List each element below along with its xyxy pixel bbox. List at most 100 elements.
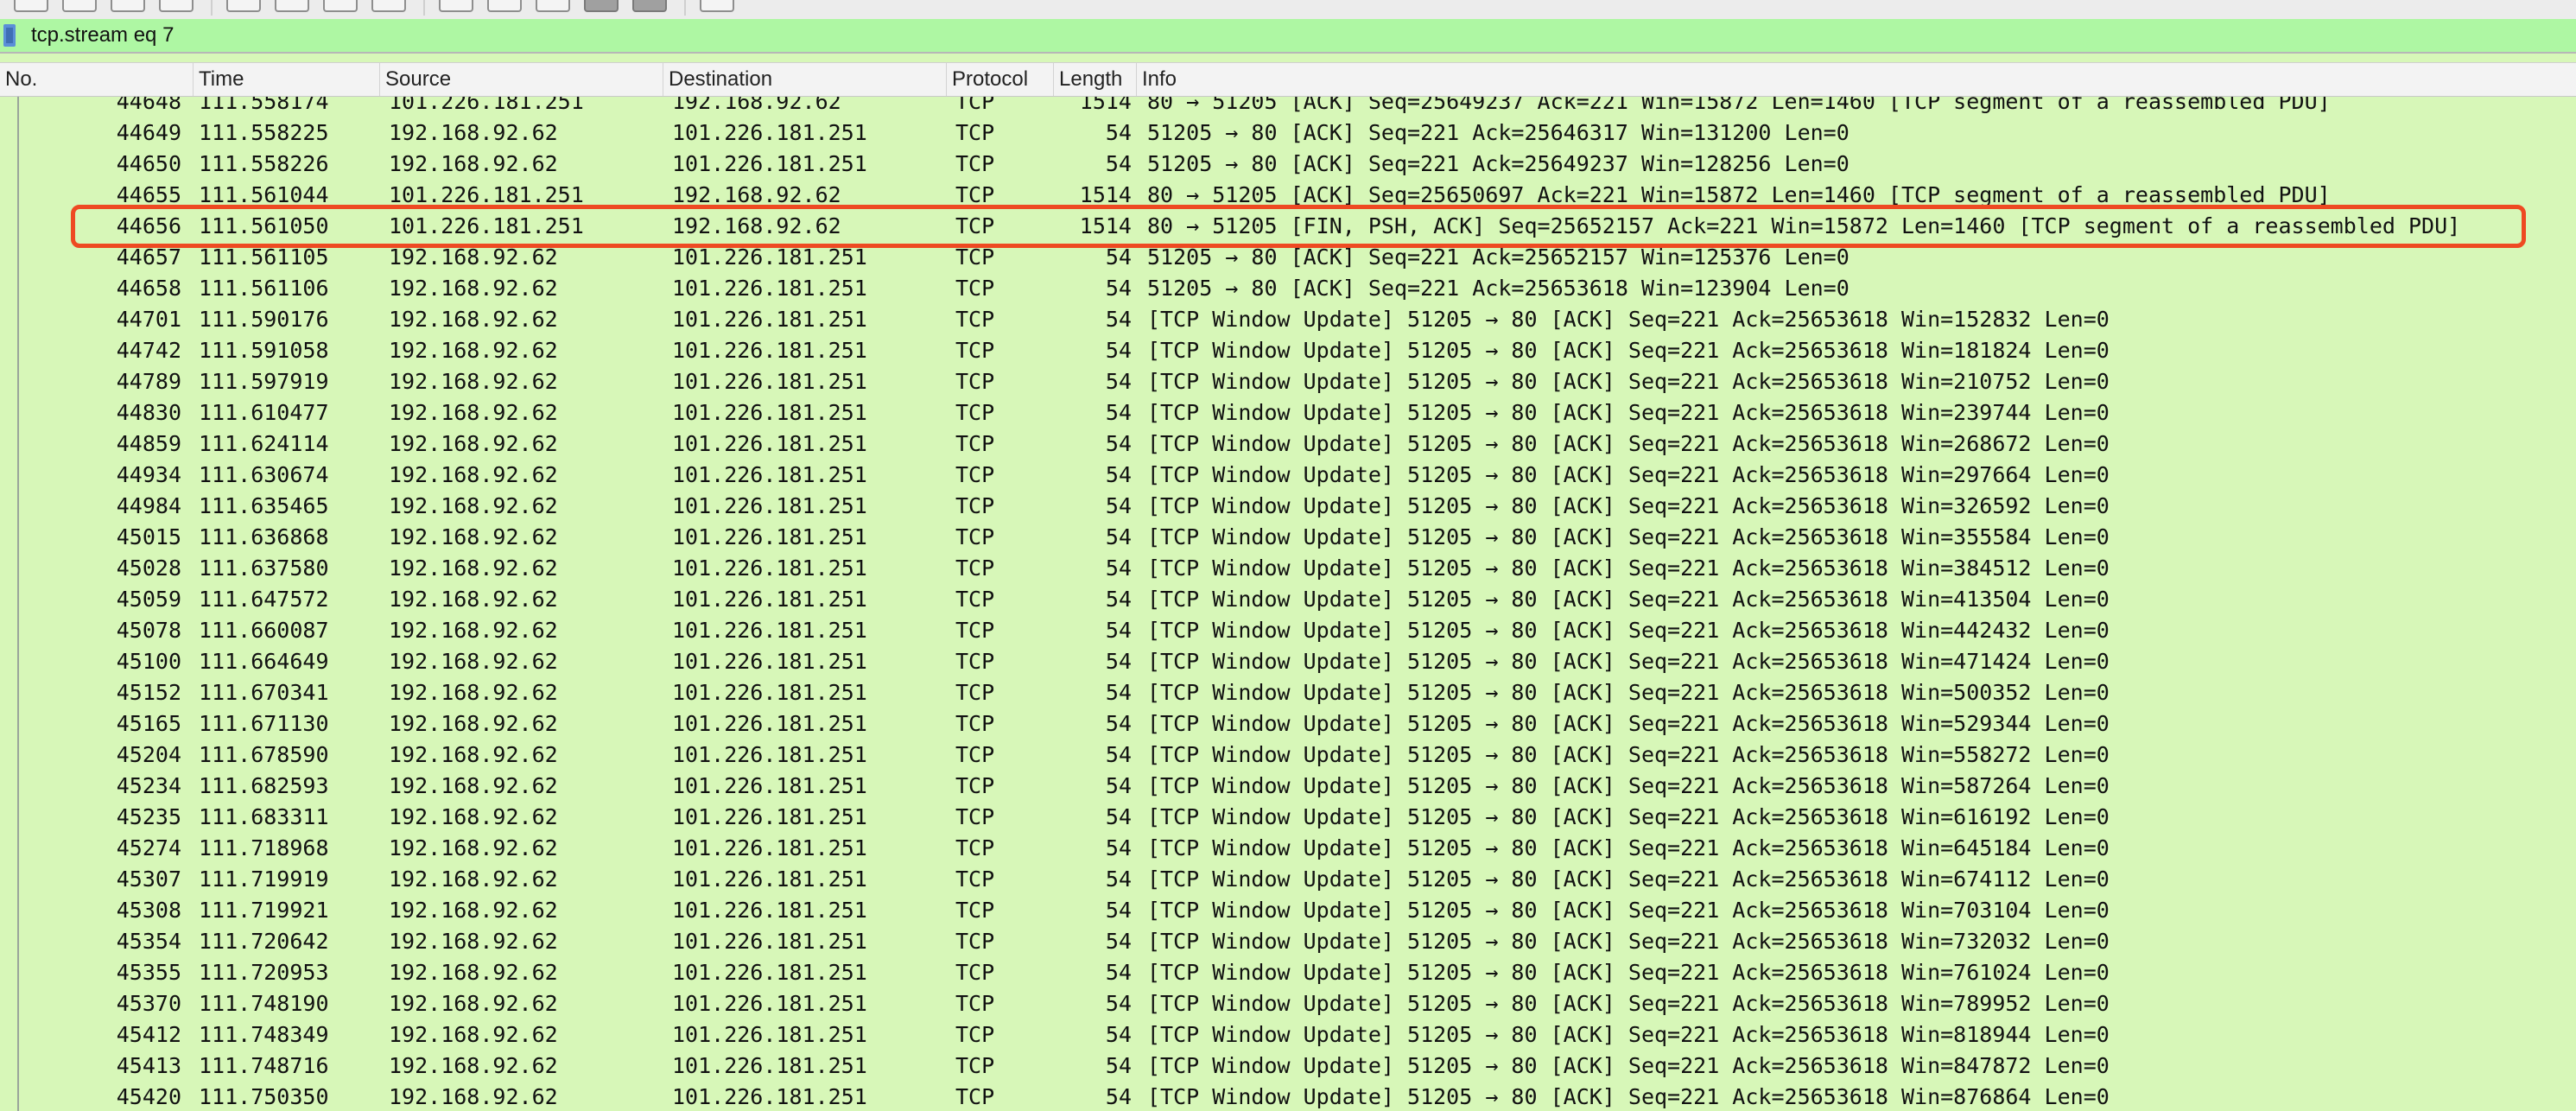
packet-info: [TCP Window Update] 51205 → 80 [ACK] Seq… xyxy=(1147,680,2110,705)
table-row[interactable]: 45307 111.719919 192.168.92.62 101.226.181.… xyxy=(0,864,2576,895)
packet-destination: 101.226.181.251 xyxy=(672,649,867,674)
packet-length: 54 xyxy=(1105,680,1132,705)
packet-protocol: TCP xyxy=(955,1084,995,1109)
autoscroll-button[interactable] xyxy=(536,0,570,12)
table-row[interactable]: 45412 111.748349 192.168.92.62 101.226.181.… xyxy=(0,1019,2576,1051)
column-header-length[interactable]: Length xyxy=(1054,63,1137,96)
packet-info: 80 → 51205 [FIN, PSH, ACK] Seq=25652157 … xyxy=(1147,213,2461,238)
table-row[interactable]: 44657 111.561105 192.168.92.62 101.226.181.… xyxy=(0,242,2576,273)
packet-destination: 101.226.181.251 xyxy=(672,1084,867,1109)
packet-destination: 101.226.181.251 xyxy=(672,929,867,954)
table-row[interactable]: 44650 111.558226 192.168.92.62 101.226.181.… xyxy=(0,149,2576,180)
table-row[interactable]: 45274 111.718968 192.168.92.62 101.226.181.… xyxy=(0,833,2576,864)
last-packet-button[interactable] xyxy=(487,0,522,12)
packet-protocol: TCP xyxy=(955,97,995,114)
go-forward-button[interactable] xyxy=(323,0,358,12)
packet-info: [TCP Window Update] 51205 → 80 [ACK] Seq… xyxy=(1147,867,2110,892)
bookmark-icon[interactable] xyxy=(3,24,16,47)
packet-length: 54 xyxy=(1105,338,1132,363)
reload-button[interactable] xyxy=(159,0,194,12)
table-row[interactable]: 44658 111.561106 192.168.92.62 101.226.181.… xyxy=(0,273,2576,304)
packet-length: 54 xyxy=(1105,276,1132,301)
toolbar-separator xyxy=(423,0,425,16)
packet-protocol: TCP xyxy=(955,587,995,612)
table-row[interactable]: 45059 111.647572 192.168.92.62 101.226.181.… xyxy=(0,584,2576,615)
table-row[interactable]: 44656 111.561050 101.226.181.251 192.168.92… xyxy=(0,211,2576,242)
column-header-source[interactable]: Source xyxy=(380,63,663,96)
packet-destination: 101.226.181.251 xyxy=(672,960,867,985)
packet-list[interactable]: 44648 111.558174 101.226.181.251 192.168.92… xyxy=(0,97,2576,1111)
packet-time: 111.683311 xyxy=(199,804,329,829)
table-row[interactable]: 44648 111.558174 101.226.181.251 192.168.92… xyxy=(0,97,2576,117)
table-row[interactable]: 45413 111.748716 192.168.92.62 101.226.181.… xyxy=(0,1051,2576,1082)
packet-info: 80 → 51205 [ACK] Seq=25649237 Ack=221 Wi… xyxy=(1147,97,2331,114)
packet-length: 54 xyxy=(1105,1053,1132,1078)
packet-source: 192.168.92.62 xyxy=(389,960,558,985)
packet-info: [TCP Window Update] 51205 → 80 [ACK] Seq… xyxy=(1147,556,2110,581)
packet-number: 45354 xyxy=(116,929,181,954)
table-row[interactable]: 45370 111.748190 192.168.92.62 101.226.181.… xyxy=(0,988,2576,1019)
table-row[interactable]: 45234 111.682593 192.168.92.62 101.226.181.… xyxy=(0,771,2576,802)
table-row[interactable]: 44649 111.558225 192.168.92.62 101.226.181.… xyxy=(0,117,2576,149)
resize-columns-button[interactable] xyxy=(700,0,734,12)
table-row[interactable]: 45355 111.720953 192.168.92.62 101.226.181.… xyxy=(0,957,2576,988)
table-row[interactable]: 44830 111.610477 192.168.92.62 101.226.181.… xyxy=(0,397,2576,429)
column-header-protocol[interactable]: Protocol xyxy=(947,63,1054,96)
packet-protocol: TCP xyxy=(955,1053,995,1078)
packet-length: 54 xyxy=(1105,524,1132,549)
table-row[interactable]: 45015 111.636868 192.168.92.62 101.226.181.… xyxy=(0,522,2576,553)
packet-source: 192.168.92.62 xyxy=(389,929,558,954)
packet-protocol: TCP xyxy=(955,929,995,954)
packet-number: 44656 xyxy=(116,213,181,238)
table-row[interactable]: 45308 111.719921 192.168.92.62 101.226.181.… xyxy=(0,895,2576,926)
save-file-button[interactable] xyxy=(62,0,97,12)
table-row[interactable]: 45100 111.664649 192.168.92.62 101.226.181.… xyxy=(0,646,2576,677)
go-to-packet-button[interactable] xyxy=(371,0,406,12)
packet-time: 111.630674 xyxy=(199,462,329,487)
packet-source: 192.168.92.62 xyxy=(389,898,558,923)
column-header-time[interactable]: Time xyxy=(194,63,380,96)
table-row[interactable]: 44789 111.597919 192.168.92.62 101.226.181.… xyxy=(0,366,2576,397)
packet-destination: 101.226.181.251 xyxy=(672,804,867,829)
go-back-button[interactable] xyxy=(275,0,309,12)
first-packet-button[interactable] xyxy=(439,0,473,12)
display-filter-input[interactable] xyxy=(31,21,2450,50)
packet-time: 111.719919 xyxy=(199,867,329,892)
column-header-info[interactable]: Info xyxy=(1137,63,2576,96)
table-row[interactable]: 44934 111.630674 192.168.92.62 101.226.181.… xyxy=(0,460,2576,491)
packet-info: [TCP Window Update] 51205 → 80 [ACK] Seq… xyxy=(1147,587,2110,612)
table-row[interactable]: 44655 111.561044 101.226.181.251 192.168.92… xyxy=(0,180,2576,211)
table-row[interactable]: 45235 111.683311 192.168.92.62 101.226.181.… xyxy=(0,802,2576,833)
packet-time: 111.718968 xyxy=(199,835,329,860)
table-row[interactable]: 44984 111.635465 192.168.92.62 101.226.181.… xyxy=(0,491,2576,522)
packet-destination: 101.226.181.251 xyxy=(672,369,867,394)
packet-length: 1514 xyxy=(1079,182,1132,207)
packet-length: 54 xyxy=(1105,1022,1132,1047)
packet-protocol: TCP xyxy=(955,182,995,207)
packet-length: 54 xyxy=(1105,400,1132,425)
column-header-destination[interactable]: Destination xyxy=(663,63,947,96)
find-packet-button[interactable] xyxy=(226,0,261,12)
packet-info: 80 → 51205 [ACK] Seq=25650697 Ack=221 Wi… xyxy=(1147,182,2331,207)
packet-length: 54 xyxy=(1105,151,1132,176)
packet-destination: 101.226.181.251 xyxy=(672,898,867,923)
table-row[interactable]: 44742 111.591058 192.168.92.62 101.226.181.… xyxy=(0,335,2576,366)
table-row[interactable]: 45204 111.678590 192.168.92.62 101.226.181.… xyxy=(0,740,2576,771)
table-row[interactable]: 45165 111.671130 192.168.92.62 101.226.181.… xyxy=(0,708,2576,740)
packet-info: [TCP Window Update] 51205 → 80 [ACK] Seq… xyxy=(1147,493,2110,518)
colorize-button[interactable] xyxy=(584,0,619,12)
close-file-button[interactable] xyxy=(111,0,145,12)
table-row[interactable]: 45420 111.750350 192.168.92.62 101.226.181.… xyxy=(0,1082,2576,1111)
table-row[interactable]: 45028 111.637580 192.168.92.62 101.226.181.… xyxy=(0,553,2576,584)
table-row[interactable]: 45354 111.720642 192.168.92.62 101.226.181.… xyxy=(0,926,2576,957)
table-row[interactable]: 44859 111.624114 192.168.92.62 101.226.181.… xyxy=(0,429,2576,460)
packet-number: 45413 xyxy=(116,1053,181,1078)
packet-protocol: TCP xyxy=(955,556,995,581)
table-row[interactable]: 45152 111.670341 192.168.92.62 101.226.181.… xyxy=(0,677,2576,708)
open-file-button[interactable] xyxy=(14,0,48,12)
column-header-no[interactable]: No. xyxy=(0,63,194,96)
zoom-in-button[interactable] xyxy=(632,0,667,12)
table-row[interactable]: 45078 111.660087 192.168.92.62 101.226.181.… xyxy=(0,615,2576,646)
table-row[interactable]: 44701 111.590176 192.168.92.62 101.226.181.… xyxy=(0,304,2576,335)
packet-source: 192.168.92.62 xyxy=(389,1022,558,1047)
